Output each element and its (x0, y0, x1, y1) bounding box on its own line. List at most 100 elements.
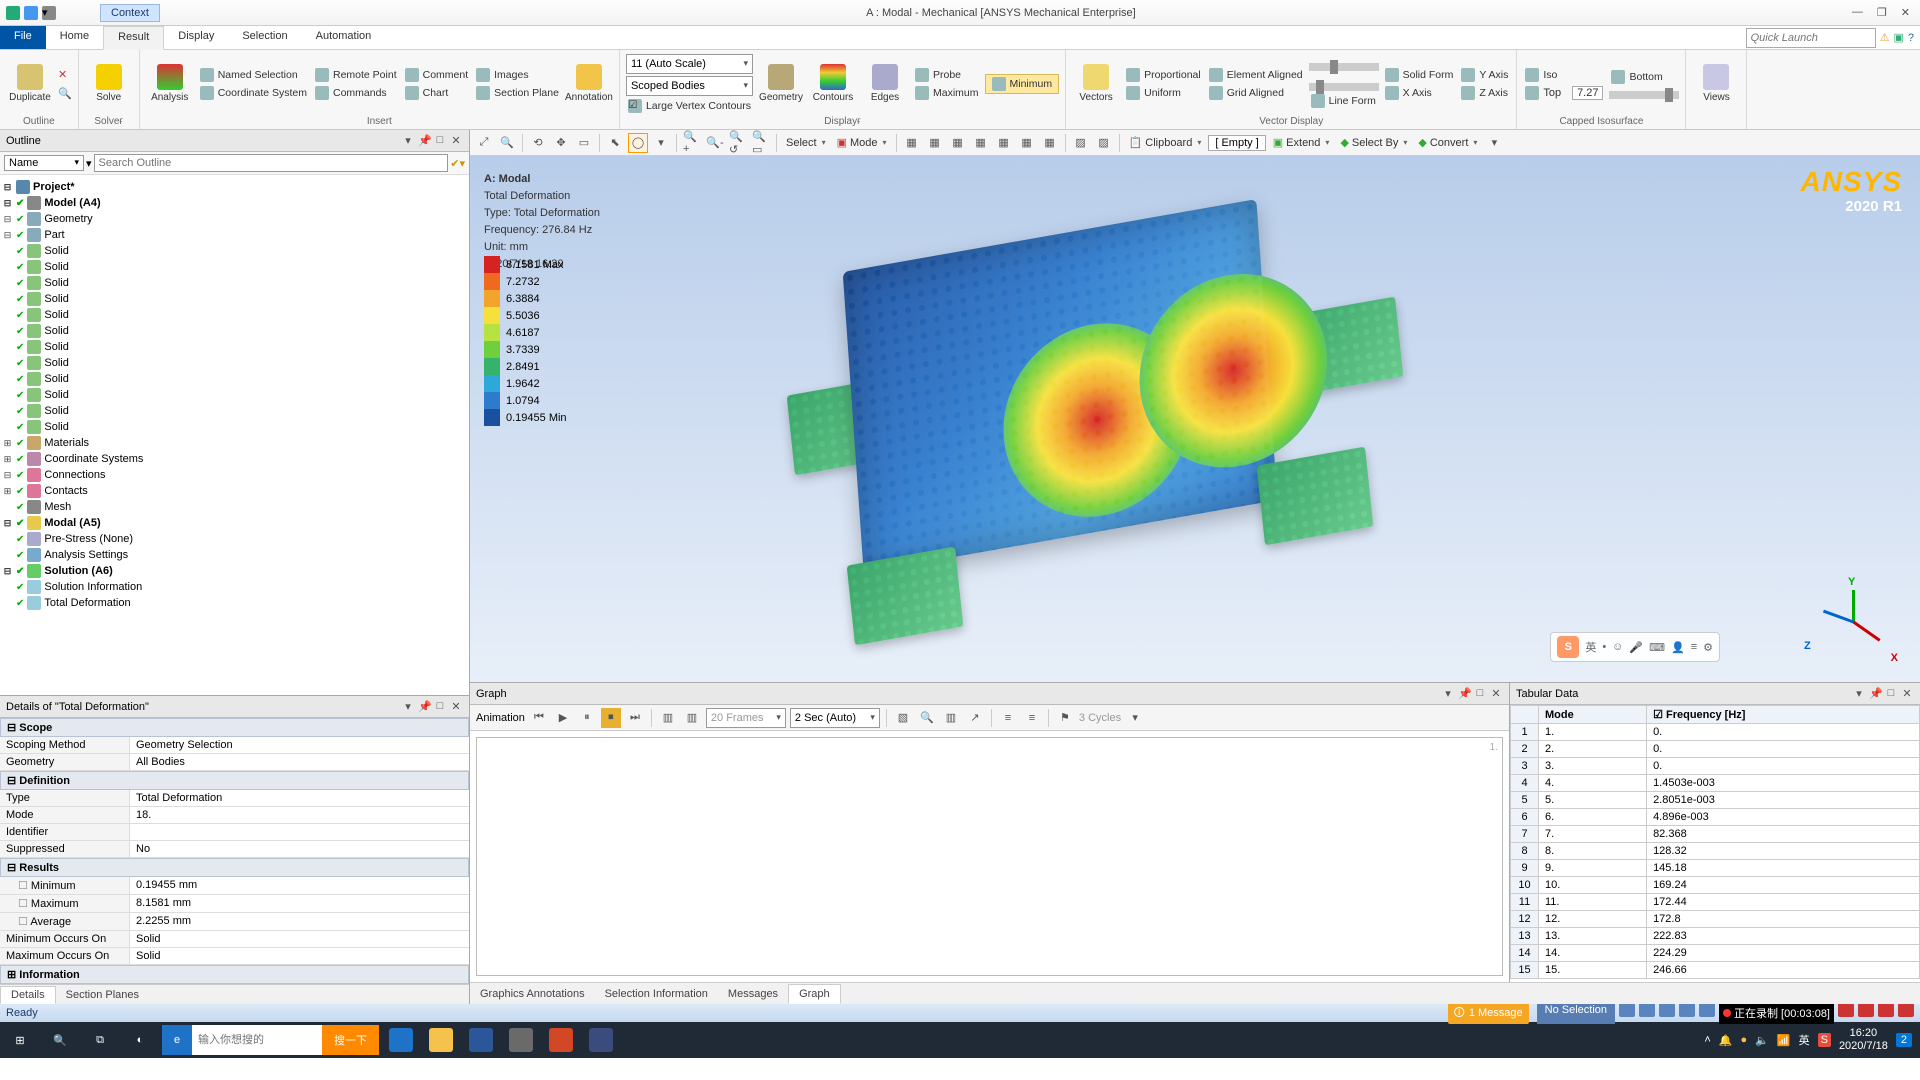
anim-opt-icon[interactable]: ▥ (658, 708, 678, 728)
circle-icon[interactable]: ◯ (628, 133, 648, 153)
browser-search-input[interactable] (192, 1026, 322, 1054)
taskbar-app[interactable] (581, 1022, 621, 1058)
comment-button[interactable]: Comment (403, 67, 471, 83)
tab-home[interactable]: Home (46, 26, 103, 49)
filter-dropdown-icon[interactable]: ▾ (86, 157, 92, 170)
detail-scoping-method[interactable]: Geometry Selection (130, 737, 469, 753)
tree-solid[interactable]: Solid (44, 389, 68, 401)
status-icon[interactable] (1858, 1003, 1874, 1017)
annotation-button[interactable]: Annotation (565, 64, 613, 103)
tree-solution[interactable]: Solution (A6) (44, 565, 112, 577)
tabular-data-table[interactable]: Mode☑ Frequency [Hz] 11.0.22.0.33.0.44.1… (1510, 705, 1920, 979)
pane-pin-icon[interactable]: 📌 (1457, 686, 1471, 701)
sel-icon[interactable]: ▦ (1040, 133, 1060, 153)
tree-mesh[interactable]: Mesh (44, 501, 71, 513)
rotate-icon[interactable]: ⟲ (528, 133, 548, 153)
tree-prestress[interactable]: Pre-Stress (None) (44, 533, 133, 545)
anim-stop-icon[interactable]: ⏹ (601, 708, 621, 728)
zoom-out-icon[interactable]: 🔍- (705, 133, 725, 153)
pan-icon[interactable]: ✥ (551, 133, 571, 153)
probe-button[interactable]: Probe (913, 67, 981, 83)
tray-clock[interactable]: 16:202020/7/18 (1839, 1027, 1888, 1053)
taskbar-app[interactable] (421, 1022, 461, 1058)
status-icon[interactable] (1679, 1003, 1695, 1017)
detail-type[interactable]: Total Deformation (130, 790, 469, 806)
tree-solid[interactable]: Solid (44, 277, 68, 289)
maximum-button[interactable]: Maximum (913, 85, 981, 101)
anim-tool-icon[interactable]: ▧ (893, 708, 913, 728)
tree-connections[interactable]: Connections (44, 469, 105, 481)
start-button[interactable]: ⊞ (0, 1022, 40, 1058)
pane-pin-icon[interactable]: 📌 (417, 699, 431, 714)
maximize-icon[interactable]: ❐ (1877, 6, 1887, 19)
anim-tool-icon[interactable]: ↗ (965, 708, 985, 728)
section-plane-button[interactable]: Section Plane (474, 85, 561, 101)
tree-solid[interactable]: Solid (44, 325, 68, 337)
pane-close-icon[interactable]: ✕ (449, 133, 463, 148)
box-icon[interactable]: ▭ (574, 133, 594, 153)
pane-pin-icon[interactable]: 📌 (417, 133, 431, 148)
find-icon[interactable]: 🔍 (58, 87, 72, 100)
remote-point-button[interactable]: Remote Point (313, 67, 399, 83)
tab-selection-info[interactable]: Selection Information (595, 985, 718, 1003)
minimize-icon[interactable]: — (1852, 6, 1863, 19)
zoom-reset-icon[interactable]: 🔍↺ (728, 133, 748, 153)
tab-result[interactable]: Result (103, 26, 164, 50)
anim-first-icon[interactable]: ⏮ (529, 708, 549, 728)
tree-solid[interactable]: Solid (44, 421, 68, 433)
tab-messages[interactable]: Messages (718, 985, 788, 1003)
tray-up-icon[interactable]: ˄ (1704, 1034, 1710, 1046)
taskbar-app[interactable] (541, 1022, 581, 1058)
extend-menu[interactable]: ▣Extend (1269, 136, 1334, 149)
status-icon[interactable] (1659, 1003, 1675, 1017)
cycles-dropdown-icon[interactable]: ▾ (1125, 708, 1145, 728)
tray-ime-icon[interactable]: S (1818, 1033, 1831, 1047)
search-icon[interactable]: 🔍 (40, 1022, 80, 1058)
pane-max-icon[interactable]: □ (433, 133, 447, 148)
anim-tool-icon[interactable]: ≡ (1022, 708, 1042, 728)
commands-button[interactable]: Commands (313, 85, 399, 101)
anim-tool-icon[interactable]: ≡ (998, 708, 1018, 728)
selectby-menu[interactable]: ◆Select By (1336, 136, 1411, 149)
tree-modal[interactable]: Modal (A5) (44, 517, 100, 529)
tree-coordsys[interactable]: Coordinate Systems (44, 453, 143, 465)
filter-apply-icon[interactable]: ✔▾ (450, 157, 465, 170)
zoom-fit-icon[interactable]: ⤢ (474, 133, 494, 153)
pane-close-icon[interactable]: ✕ (1900, 686, 1914, 701)
sel-icon[interactable]: ▦ (1017, 133, 1037, 153)
pane-dropdown-icon[interactable]: ▾ (1441, 686, 1455, 701)
outline-search-input[interactable] (94, 154, 449, 172)
clipboard-empty[interactable]: [ Empty ] (1208, 135, 1265, 151)
solid-form-button[interactable]: Solid Form (1383, 67, 1456, 83)
scoped-select[interactable]: Scoped Bodies (626, 76, 753, 96)
y-axis-button[interactable]: Y Axis (1459, 67, 1510, 83)
anim-tool-icon[interactable]: 🔍 (917, 708, 937, 728)
status-icon[interactable] (1878, 1003, 1894, 1017)
status-icon[interactable] (1898, 1003, 1914, 1017)
cut-icon[interactable]: ✕ (58, 68, 72, 81)
zoom-window-icon[interactable]: 🔍▭ (751, 133, 771, 153)
ime-toolbar[interactable]: S英•☺🎤⌨👤≡⚙ (1550, 632, 1720, 662)
ql-icon[interactable]: ▣ (1893, 31, 1903, 44)
bottom-button[interactable]: Bottom (1609, 69, 1679, 85)
line-form-button[interactable]: Line Form (1309, 93, 1379, 109)
triad[interactable]: YXZ (1812, 582, 1892, 662)
ql-icon[interactable]: ⚠ (1880, 31, 1890, 44)
ql-icon[interactable]: ? (1908, 32, 1914, 44)
pane-dropdown-icon[interactable]: ▾ (1852, 686, 1866, 701)
views-button[interactable]: Views (1692, 64, 1740, 103)
tree-solid[interactable]: Solid (44, 293, 68, 305)
tray-icon[interactable]: ● (1741, 1034, 1748, 1046)
pane-dropdown-icon[interactable]: ▾ (401, 699, 415, 714)
contours-button[interactable]: Contours (809, 64, 857, 103)
uniform-button[interactable]: Uniform (1124, 85, 1203, 101)
browser-search-button[interactable]: 搜一下 (322, 1025, 379, 1055)
taskbar-app[interactable] (461, 1022, 501, 1058)
taskbar-app[interactable] (381, 1022, 421, 1058)
anim-pause-icon[interactable]: ⏸ (577, 708, 597, 728)
qa-icon[interactable] (6, 6, 20, 20)
sel-icon[interactable]: ▦ (948, 133, 968, 153)
scale-select[interactable]: 11 (Auto Scale) (626, 54, 753, 74)
anim-last-icon[interactable]: ⏭ (625, 708, 645, 728)
pane-max-icon[interactable]: □ (1473, 686, 1487, 701)
